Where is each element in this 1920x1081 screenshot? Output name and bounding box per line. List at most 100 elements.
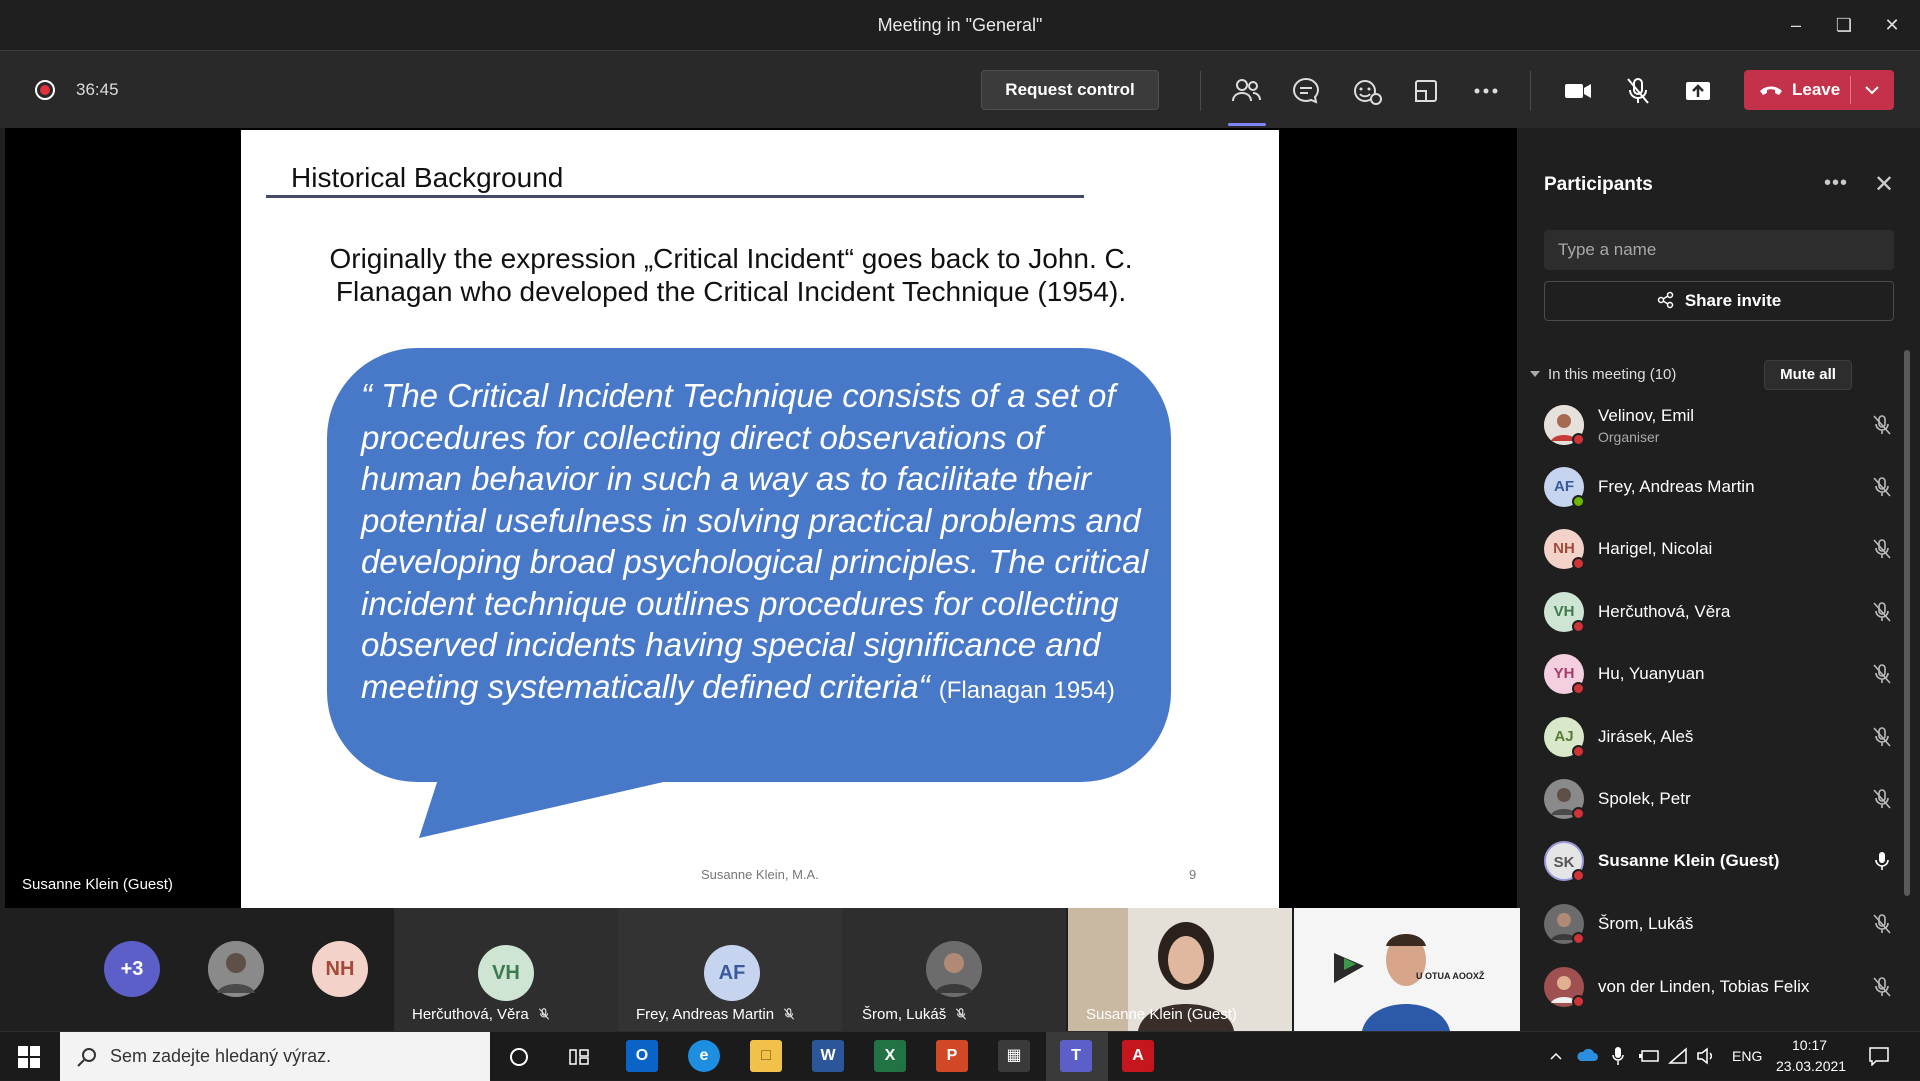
mic-muted-icon [1873, 477, 1891, 497]
participant-row[interactable]: VH Herčuthová, Věra [1544, 587, 1891, 637]
mic-muted-icon[interactable] [1620, 73, 1656, 109]
volume-icon[interactable] [1696, 1047, 1716, 1065]
notifications-icon[interactable] [1868, 1046, 1890, 1066]
chevron-down-icon[interactable] [1860, 78, 1884, 102]
slide-footer: Susanne Klein, M.A. [701, 867, 819, 882]
cortana-icon[interactable] [508, 1046, 530, 1068]
task-view-icon[interactable] [568, 1046, 590, 1068]
participant-search-input[interactable] [1544, 230, 1894, 270]
leave-label: Leave [1792, 80, 1841, 99]
acrobat-icon[interactable]: A [1122, 1040, 1154, 1072]
video-tile[interactable]: U OTUA AOOXŽ [1294, 908, 1520, 1031]
tile-name: Herčuthová, Věra [412, 1006, 551, 1023]
toolbar-divider [1530, 71, 1531, 111]
calculator-icon[interactable]: ▦ [998, 1040, 1030, 1072]
participant-row[interactable]: Velinov, Emil Organiser [1544, 400, 1891, 450]
powerpoint-icon[interactable]: P [936, 1040, 968, 1072]
reactions-icon[interactable] [1348, 73, 1384, 109]
chevron-up-icon[interactable] [1548, 1048, 1564, 1064]
title-bar: Meeting in "General" – ❏ ✕ [0, 0, 1920, 50]
battery-icon[interactable] [1638, 1048, 1660, 1064]
close-window-icon[interactable]: ✕ [1872, 10, 1912, 40]
file-explorer-icon[interactable]: □ [750, 1040, 782, 1072]
edge-icon[interactable]: e [688, 1040, 720, 1072]
section-label: In this meeting (10) [1548, 366, 1677, 383]
outlook-icon[interactable]: O [626, 1040, 658, 1072]
share-invite-button[interactable]: Share invite [1544, 281, 1894, 321]
onedrive-icon[interactable] [1576, 1047, 1598, 1065]
status-indicator [1572, 869, 1585, 882]
request-control-button[interactable]: Request control [981, 70, 1159, 110]
share-invite-label: Share invite [1684, 291, 1782, 310]
microphone-tray-icon[interactable] [1610, 1046, 1626, 1066]
participant-name: Velinov, Emil [1598, 406, 1695, 425]
more-options-icon[interactable] [1468, 73, 1504, 109]
shared-slide: Historical Background Originally the exp… [241, 130, 1279, 908]
tile-name: Frey, Andreas Martin [636, 1006, 796, 1023]
people-icon[interactable] [1228, 73, 1264, 109]
camera-icon[interactable] [1560, 73, 1596, 109]
status-indicator [1572, 682, 1585, 695]
participant-row[interactable]: AJ Jirásek, Aleš [1544, 712, 1891, 762]
video-tile[interactable]: Susanne Klein (Guest) [1068, 908, 1292, 1031]
participant-row[interactable]: Šrom, Lukáš [1544, 899, 1891, 949]
status-indicator [1572, 557, 1585, 570]
mute-all-button[interactable]: Mute all [1764, 360, 1852, 390]
slide-number: 9 [1189, 867, 1197, 882]
clock-time[interactable]: 10:17 [1792, 1037, 1827, 1053]
panel-more-icon[interactable]: ••• [1824, 172, 1848, 195]
status-indicator [1572, 932, 1585, 945]
mic-muted-icon [1873, 664, 1891, 684]
mic-muted-icon [1873, 789, 1891, 809]
taskbar-search[interactable]: Sem zadejte hledaný výraz. [60, 1032, 490, 1081]
windows-start-icon[interactable] [18, 1046, 40, 1068]
avatar-photo [926, 941, 982, 997]
mic-muted-icon [956, 1008, 967, 1020]
avatar-photo[interactable] [208, 941, 264, 997]
toolbar-divider [1200, 71, 1201, 111]
mic-muted-icon [784, 1008, 795, 1020]
panel-scrollbar[interactable] [1904, 350, 1910, 896]
os-taskbar: Sem zadejte hledaný výraz. O e □ W X P ▦… [0, 1031, 1920, 1081]
close-panel-icon[interactable]: ✕ [1874, 170, 1894, 199]
presenter-name: Susanne Klein (Guest) [22, 876, 173, 893]
participant-name: Jirásek, Aleš [1598, 727, 1694, 746]
video-caption: U OTUA AOOXŽ [1416, 971, 1485, 981]
avatar[interactable]: NH [312, 941, 368, 997]
in-meeting-section[interactable]: In this meeting (10) [1530, 366, 1676, 383]
leave-button[interactable]: Leave [1744, 70, 1894, 110]
participant-name: Hu, Yuanyuan [1598, 664, 1705, 683]
mic-on-icon [1875, 852, 1889, 870]
participant-row[interactable]: YH Hu, Yuanyuan [1544, 649, 1891, 699]
status-indicator [1572, 745, 1585, 758]
share-tray-icon[interactable] [1680, 73, 1716, 109]
participant-name: Susanne Klein (Guest) [1598, 851, 1780, 870]
participant-row[interactable]: Spolek, Petr [1544, 774, 1891, 824]
excel-icon[interactable]: X [874, 1040, 906, 1072]
minimize-icon[interactable]: – [1776, 10, 1816, 40]
participant-row[interactable]: AF Frey, Andreas Martin [1544, 462, 1891, 512]
chat-icon[interactable] [1288, 73, 1324, 109]
restore-icon[interactable]: ❏ [1824, 10, 1864, 40]
taskbar-search-text: Sem zadejte hledaný výraz. [110, 1046, 332, 1066]
participant-row[interactable]: von der Linden, Tobias Felix [1544, 962, 1891, 1012]
status-indicator [1572, 620, 1585, 633]
wifi-icon[interactable] [1668, 1047, 1688, 1065]
participant-row[interactable]: NH Harigel, Nicolai [1544, 524, 1891, 574]
language-indicator[interactable]: ENG [1732, 1048, 1762, 1064]
teams-icon[interactable]: T [1060, 1040, 1092, 1072]
participant-row[interactable]: SK Susanne Klein (Guest) [1544, 836, 1889, 886]
mic-muted-icon [1873, 539, 1891, 559]
breakout-room-icon[interactable] [1408, 73, 1444, 109]
overflow-participants-button[interactable]: +3 [104, 941, 160, 997]
panel-title: Participants [1544, 174, 1653, 195]
word-icon[interactable]: W [812, 1040, 844, 1072]
video-tile[interactable]: AF Frey, Andreas Martin [618, 908, 842, 1031]
avatar: VH [478, 945, 534, 1001]
slide-quote: “ The Critical Incident Technique consis… [361, 375, 1151, 711]
status-indicator [1572, 495, 1585, 508]
video-tile[interactable]: VH Herčuthová, Věra [394, 908, 618, 1031]
participant-name: Spolek, Petr [1598, 789, 1691, 808]
clock-date[interactable]: 23.03.2021 [1776, 1058, 1846, 1074]
video-tile[interactable]: Šrom, Lukáš [842, 908, 1066, 1031]
